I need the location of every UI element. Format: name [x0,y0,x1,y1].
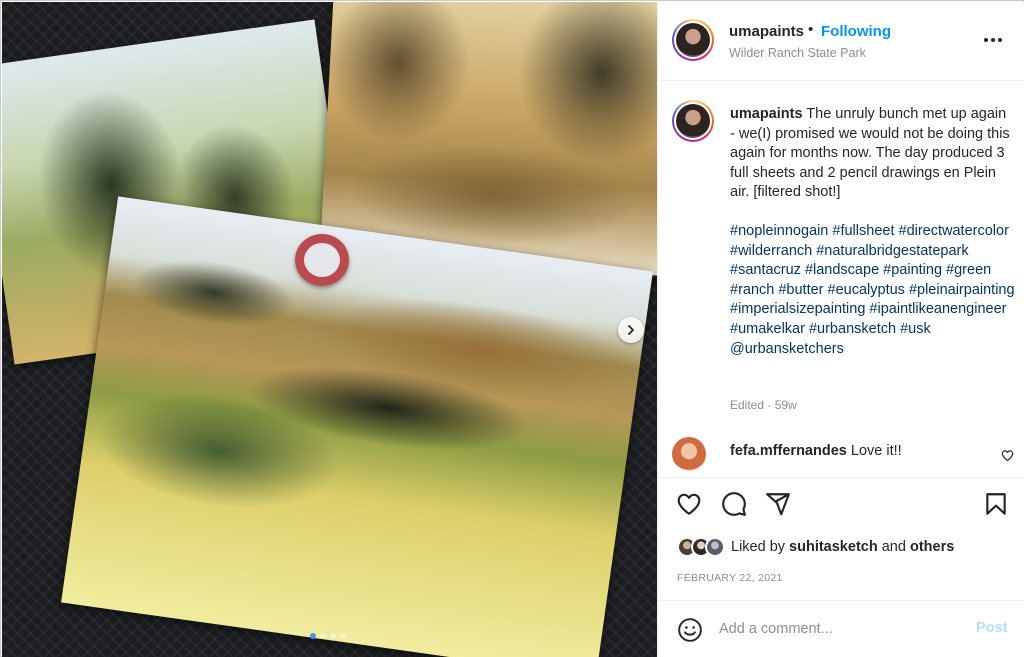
emoji-icon[interactable] [677,617,703,643]
next-slide-button[interactable] [618,317,644,343]
comment-like-icon[interactable] [1001,449,1014,462]
likes-conjunction: and [881,539,906,555]
caption: umapaints The unruly bunch met up again … [730,105,1015,203]
comment-icon[interactable] [721,491,747,517]
liker-username[interactable]: suhitasketch [789,539,878,555]
carousel-dot [330,633,336,639]
likes-prefix: Liked by [731,539,786,555]
comment-input[interactable] [719,615,959,643]
post-image[interactable] [2,2,657,657]
add-comment-bar: Post [658,600,1024,657]
commenter-avatar[interactable] [672,437,706,471]
watercolor-painting-field [61,196,653,657]
separator-dot: • [808,21,814,38]
carousel-dot [320,633,326,639]
heart-icon[interactable] [676,491,702,517]
more-options-icon [984,38,1002,42]
carousel-indicator [310,633,346,639]
caption-username[interactable]: umapaints [730,106,803,122]
action-bar: Liked by suhitasketch and others FEBRUAR… [658,477,1024,600]
tape-roll [295,234,349,286]
avatar[interactable] [672,19,714,61]
following-button[interactable]: Following [821,23,891,40]
profile-picture [676,104,710,138]
post-meta: Edited · 59w [730,398,797,412]
bookmark-icon[interactable] [983,491,1009,517]
next-chevron-icon [628,325,634,335]
more-options-button[interactable] [980,30,1006,50]
comment-body: fefa.mffernandes Love it!! [730,443,902,459]
likes-others-link[interactable]: others [910,539,954,555]
comment-text: Love it!! [850,443,902,459]
likes-summary: Liked by suhitasketch and others [677,535,954,559]
carousel-dot [310,633,316,639]
profile-picture [676,23,710,57]
carousel-dot [340,633,346,639]
hashtag-list[interactable]: #nopleinnogain #fullsheet #directwaterco… [730,222,1015,359]
comment-item: fefa.mffernandes Love it!! [672,436,1017,476]
share-icon[interactable] [765,491,791,517]
avatar[interactable] [672,100,714,142]
post-header: umapaints • Following Wilder Ranch State… [658,2,1024,81]
author-username[interactable]: umapaints [729,23,804,40]
commenter-username[interactable]: fefa.mffernandes [730,443,847,459]
comments-area[interactable]: umapaints The unruly bunch met up again … [658,82,1024,477]
post-frame: umapaints • Following Wilder Ranch State… [0,0,1024,657]
post-date[interactable]: FEBRUARY 22, 2021 [677,572,783,584]
post-comment-button[interactable]: Post [976,620,1007,636]
post-side-panel: umapaints • Following Wilder Ranch State… [657,2,1024,657]
liker-avatar[interactable] [705,537,725,557]
likes-text: Liked by suhitasketch and others [731,539,954,555]
location-link[interactable]: Wilder Ranch State Park [729,46,866,60]
